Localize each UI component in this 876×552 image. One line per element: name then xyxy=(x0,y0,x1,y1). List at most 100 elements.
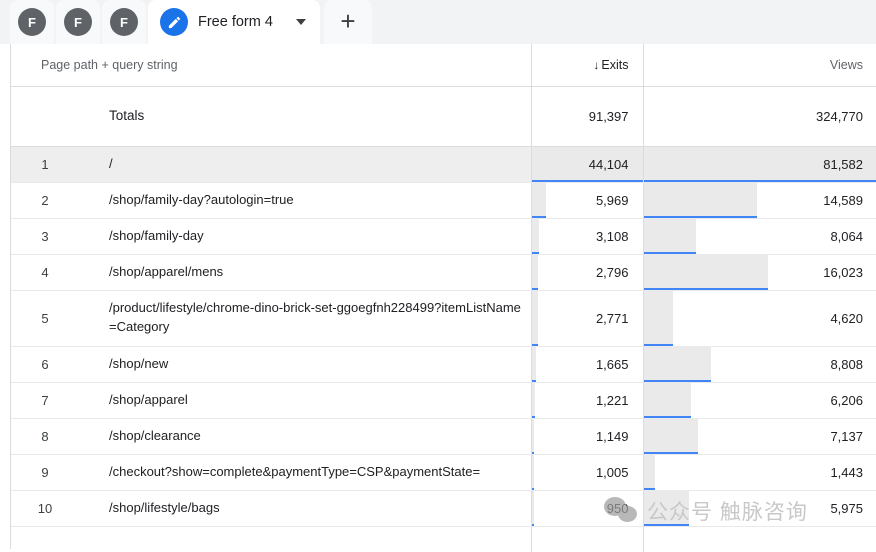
row-views-value: 8,064 xyxy=(830,229,863,244)
views-bar xyxy=(644,419,699,454)
row-views-cell: 8,064 xyxy=(643,218,876,254)
row-page-path[interactable]: / xyxy=(79,146,531,182)
column-header-dimension[interactable]: Page path + query string xyxy=(11,44,531,86)
row-exits-cell: 1,005 xyxy=(531,454,643,490)
row-views-cell: 8,808 xyxy=(643,346,876,382)
plus-icon: + xyxy=(340,8,355,34)
column-header-exits-label: Exits xyxy=(601,58,628,72)
row-index: 8 xyxy=(11,418,79,454)
row-views-cell: 4,620 xyxy=(643,290,876,346)
row-exits-value: 1,149 xyxy=(596,429,629,444)
row-index: 3 xyxy=(11,218,79,254)
pencil-edit-icon xyxy=(160,8,188,36)
row-views-cell: 5,975 xyxy=(643,490,876,526)
row-page-path[interactable]: /shop/family-day xyxy=(79,218,531,254)
table-row[interactable]: 1/ 44,104 81,582 xyxy=(11,146,876,182)
exits-bar xyxy=(532,219,540,254)
views-bar xyxy=(644,491,690,526)
row-views-value: 5,975 xyxy=(830,501,863,516)
row-page-path[interactable]: /product/lifestyle/chrome-dino-brick-set… xyxy=(79,290,531,346)
report-avatar-icon: F xyxy=(18,8,46,36)
tab-free-form-4[interactable]: Free form 4 xyxy=(148,0,320,44)
row-exits-cell: 950 xyxy=(531,490,643,526)
table-row[interactable]: 9/checkout?show=complete&paymentType=CSP… xyxy=(11,454,876,490)
table-row[interactable]: 3/shop/family-day 3,108 8,064 xyxy=(11,218,876,254)
row-page-path[interactable]: /shop/family-day?autologin=true xyxy=(79,182,531,218)
row-views-value: 4,620 xyxy=(830,311,863,326)
views-bar xyxy=(644,183,758,218)
row-exits-value: 3,108 xyxy=(596,229,629,244)
row-page-path[interactable]: /checkout?show=complete&paymentType=CSP&… xyxy=(79,454,531,490)
tab-label: Free form 4 xyxy=(198,14,276,30)
exits-bar xyxy=(532,383,535,418)
views-bar xyxy=(644,291,674,346)
tab-collapsed-3[interactable]: F xyxy=(102,0,146,44)
row-views-value: 1,443 xyxy=(830,465,863,480)
row-index: 6 xyxy=(11,346,79,382)
row-page-path[interactable]: /shop/apparel xyxy=(79,382,531,418)
row-exits-cell: 3,108 xyxy=(531,218,643,254)
exits-bar xyxy=(532,347,536,382)
table-row[interactable]: 6/shop/new 1,665 8,808 xyxy=(11,346,876,382)
column-header-views-label: Views xyxy=(830,58,863,72)
table-row[interactable]: 7/shop/apparel 1,221 6,206 xyxy=(11,382,876,418)
row-exits-value: 44,104 xyxy=(589,157,629,172)
row-exits-cell: 2,771 xyxy=(531,290,643,346)
views-bar xyxy=(644,255,769,290)
totals-row: Totals91,397324,770 xyxy=(11,86,876,146)
table-row[interactable]: 2/shop/family-day?autologin=true5,96914,… xyxy=(11,182,876,218)
chevron-down-icon[interactable] xyxy=(296,19,306,25)
views-bar xyxy=(644,455,656,490)
report-avatar-icon: F xyxy=(110,8,138,36)
row-views-value: 6,206 xyxy=(830,393,863,408)
row-exits-cell: 44,104 xyxy=(531,146,643,182)
exits-bar xyxy=(532,455,535,490)
row-views-cell: 14,589 xyxy=(643,182,876,218)
column-header-views[interactable]: Views xyxy=(643,44,876,86)
exits-bar xyxy=(532,419,535,454)
totals-index xyxy=(11,86,79,146)
row-page-path[interactable]: /shop/lifestyle/bags xyxy=(79,490,531,526)
views-bar xyxy=(644,383,692,418)
totals-exits: 91,397 xyxy=(531,86,643,146)
table-body: Totals91,397324,7701/44,10481,5822/shop/… xyxy=(11,86,876,552)
report-avatar-icon: F xyxy=(64,8,92,36)
row-views-cell: 16,023 xyxy=(643,254,876,290)
row-index: 4 xyxy=(11,254,79,290)
row-exits-cell: 2,796 xyxy=(531,254,643,290)
table-filler-row xyxy=(11,526,876,552)
row-exits-cell: 1,221 xyxy=(531,382,643,418)
sort-descending-icon: ↓ xyxy=(593,58,599,72)
add-tab-button[interactable]: + xyxy=(324,0,372,44)
column-header-exits[interactable]: ↓Exits xyxy=(531,44,643,86)
row-exits-value: 1,665 xyxy=(596,357,629,372)
row-exits-value: 950 xyxy=(607,501,629,516)
exits-bar xyxy=(532,183,547,218)
row-exits-cell: 5,969 xyxy=(531,182,643,218)
row-views-cell: 1,443 xyxy=(643,454,876,490)
row-views-value: 14,589 xyxy=(823,193,863,208)
row-exits-value: 1,221 xyxy=(596,393,629,408)
row-views-value: 81,582 xyxy=(823,157,863,172)
row-index: 9 xyxy=(11,454,79,490)
tab-collapsed-1[interactable]: F xyxy=(10,0,54,44)
row-index: 5 xyxy=(11,290,79,346)
tab-collapsed-2[interactable]: F xyxy=(56,0,100,44)
row-page-path[interactable]: /shop/apparel/mens xyxy=(79,254,531,290)
table-row[interactable]: 8/shop/clearance1,1497,137 xyxy=(11,418,876,454)
table-row[interactable]: 10/shop/lifestyle/bags9505,975 xyxy=(11,490,876,526)
views-bar xyxy=(644,347,712,382)
row-exits-value: 2,771 xyxy=(596,311,629,326)
row-index: 1 xyxy=(11,146,79,182)
totals-label: Totals xyxy=(79,86,531,146)
row-page-path[interactable]: /shop/clearance xyxy=(79,418,531,454)
row-index: 7 xyxy=(11,382,79,418)
table-row[interactable]: 4/shop/apparel/mens2,79616,023 xyxy=(11,254,876,290)
row-exits-cell: 1,665 xyxy=(531,346,643,382)
table-row[interactable]: 5/product/lifestyle/chrome-dino-brick-se… xyxy=(11,290,876,346)
table-header: Page path + query string ↓Exits Views xyxy=(11,44,876,86)
report-tab-strip: F F F Free form 4 + xyxy=(0,0,876,44)
row-page-path[interactable]: /shop/new xyxy=(79,346,531,382)
views-bar xyxy=(644,219,697,254)
totals-views: 324,770 xyxy=(643,86,876,146)
